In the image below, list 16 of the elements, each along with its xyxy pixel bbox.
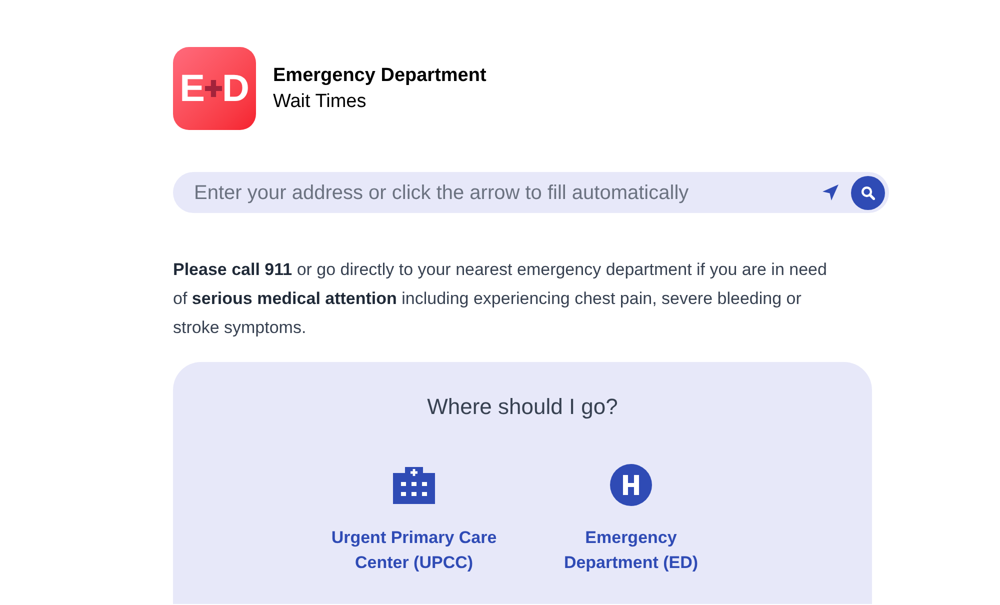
logo-letter: D [222, 70, 250, 108]
option-name: Emergency Department (ED) [562, 527, 700, 574]
logo-letter: E [180, 70, 205, 108]
app-title: Emergency Department [273, 64, 486, 88]
card-title: Where should I go? [427, 393, 618, 421]
hospital-building-icon [393, 466, 435, 504]
address-input[interactable]: Enter your address or click the arrow to fill automatically [194, 178, 818, 208]
emergency-notice: Please call 911 or go directly to your nearest emergency department if you are in need of serious medical attention including experiencing chest pain, severe bleeding or stroke symptoms. [173, 259, 828, 339]
search-icon [861, 186, 875, 200]
option-name: Urgent Primary Care Center (UPCC) [330, 527, 498, 574]
navigation-arrow-icon [822, 184, 838, 201]
search-button[interactable] [851, 176, 885, 210]
cross-icon [204, 80, 222, 97]
address-search-field[interactable]: Enter your address or click the arrow to fill automatically [173, 172, 889, 213]
hospital-sign-icon [610, 464, 652, 506]
app-subtitle: Wait Times [273, 90, 368, 114]
